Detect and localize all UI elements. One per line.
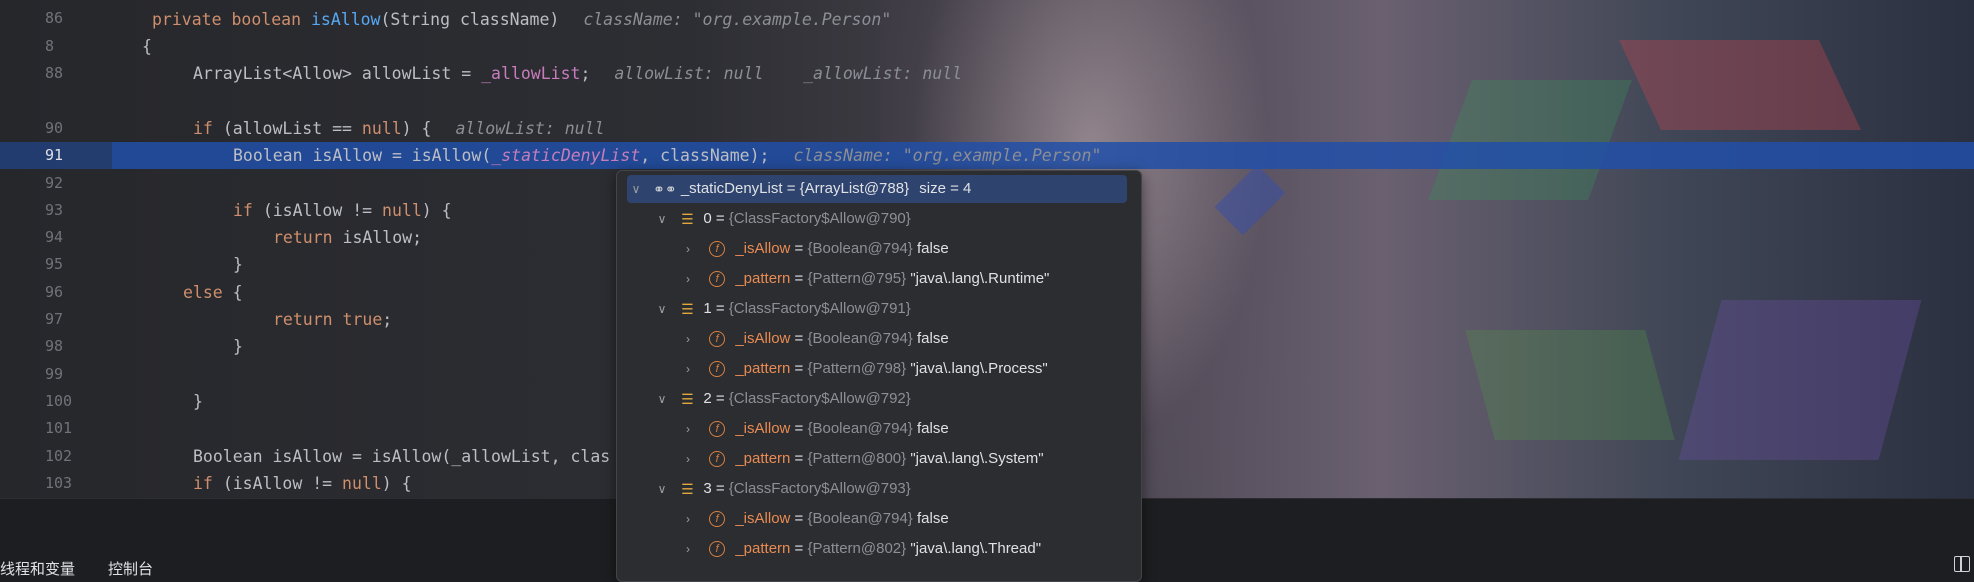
- chevron-right-icon[interactable]: ›: [681, 445, 695, 473]
- tree-node-field-isallow[interactable]: › f _isAllow = {Boolean@794} false: [681, 505, 949, 533]
- inline-debug-hint: className: "org.example.Person": [583, 10, 892, 29]
- tree-node-field-isallow[interactable]: › f _isAllow = {Boolean@794} false: [681, 415, 949, 443]
- array-element-icon: ☰: [681, 211, 694, 228]
- chevron-right-icon[interactable]: ›: [681, 505, 695, 533]
- chevron-right-icon[interactable]: ›: [681, 325, 695, 353]
- code-line-91-current: Boolean isAllow = isAllow(_staticDenyLis…: [233, 146, 1102, 165]
- chevron-down-icon[interactable]: ∨: [655, 205, 669, 233]
- tree-node-field-pattern[interactable]: › f _pattern = {Pattern@795} "java\.lang…: [681, 265, 1049, 293]
- code-line-100: }: [193, 392, 203, 411]
- watch-glasses-icon: ⚭⚭: [653, 181, 677, 198]
- code-line-97: return true;: [273, 310, 393, 329]
- chevron-right-icon[interactable]: ›: [681, 265, 695, 293]
- code-line-93: if (isAllow != null) {: [233, 201, 452, 220]
- field-icon: f: [709, 451, 726, 468]
- debug-value-popup[interactable]: ∨ ⚭⚭ _staticDenyList = {ArrayList@788} s…: [616, 170, 1142, 582]
- tree-node-item-1[interactable]: ∨ ☰ 1 = {ClassFactory$Allow@791}: [655, 295, 911, 323]
- field-icon: f: [709, 331, 726, 348]
- code-line-102: Boolean isAllow = isAllow(_allowList, cl…: [193, 447, 611, 466]
- tree-node-field-isallow[interactable]: › f _isAllow = {Boolean@794} false: [681, 235, 949, 263]
- tree-node-field-pattern[interactable]: › f _pattern = {Pattern@800} "java\.lang…: [681, 445, 1044, 473]
- code-line-88: ArrayList<Allow> allowList = _allowList;…: [193, 64, 963, 83]
- field-icon: f: [709, 421, 726, 438]
- chevron-right-icon[interactable]: ›: [681, 535, 695, 563]
- tree-node-field-pattern[interactable]: › f _pattern = {Pattern@798} "java\.lang…: [681, 355, 1048, 383]
- tree-node-item-3[interactable]: ∨ ☰ 3 = {ClassFactory$Allow@793}: [655, 475, 911, 503]
- code-line-103: if (isAllow != null) {: [193, 474, 412, 493]
- chevron-right-icon[interactable]: ›: [681, 415, 695, 443]
- code-line-98: }: [233, 337, 243, 356]
- array-element-icon: ☰: [681, 301, 694, 318]
- inline-debug-hint: className: "org.example.Person": [793, 146, 1102, 165]
- chevron-down-icon[interactable]: ∨: [655, 475, 669, 503]
- chevron-down-icon[interactable]: ∨: [655, 385, 669, 413]
- code-line-94: return isAllow;: [273, 228, 423, 247]
- tree-node-item-0[interactable]: ∨ ☰ 0 = {ClassFactory$Allow@790}: [655, 205, 911, 233]
- array-element-icon: ☰: [681, 481, 694, 498]
- field-icon: f: [709, 241, 726, 258]
- field-icon: f: [709, 361, 726, 378]
- inline-debug-hint: allowList: null _allowList: null: [614, 64, 963, 83]
- tab-console[interactable]: 控制台: [108, 558, 153, 579]
- tree-node-item-2[interactable]: ∨ ☰ 2 = {ClassFactory$Allow@792}: [655, 385, 911, 413]
- chevron-down-icon[interactable]: ∨: [629, 175, 643, 203]
- code-line-87: {: [142, 37, 152, 56]
- inline-debug-hint: allowList: null: [455, 119, 605, 138]
- code-line-96: else {: [183, 283, 243, 302]
- tree-node-field-pattern[interactable]: › f _pattern = {Pattern@802} "java\.lang…: [681, 535, 1041, 563]
- code-line-95: }: [233, 255, 243, 274]
- layout-icon[interactable]: [1954, 556, 1970, 572]
- code-line-90: if (allowList == null) {allowList: null: [193, 119, 605, 138]
- chevron-right-icon[interactable]: ›: [681, 235, 695, 263]
- chevron-down-icon[interactable]: ∨: [655, 295, 669, 323]
- field-icon: f: [709, 271, 726, 288]
- field-icon: f: [709, 541, 726, 558]
- tree-node-root[interactable]: ∨ ⚭⚭ _staticDenyList = {ArrayList@788} s…: [627, 175, 1127, 203]
- tree-node-field-isallow[interactable]: › f _isAllow = {Boolean@794} false: [681, 325, 949, 353]
- code-line-86: private boolean isAllow(String className…: [152, 10, 892, 29]
- array-element-icon: ☰: [681, 391, 694, 408]
- tab-threads-variables[interactable]: 线程和变量: [0, 558, 75, 579]
- field-icon: f: [709, 511, 726, 528]
- chevron-right-icon[interactable]: ›: [681, 355, 695, 383]
